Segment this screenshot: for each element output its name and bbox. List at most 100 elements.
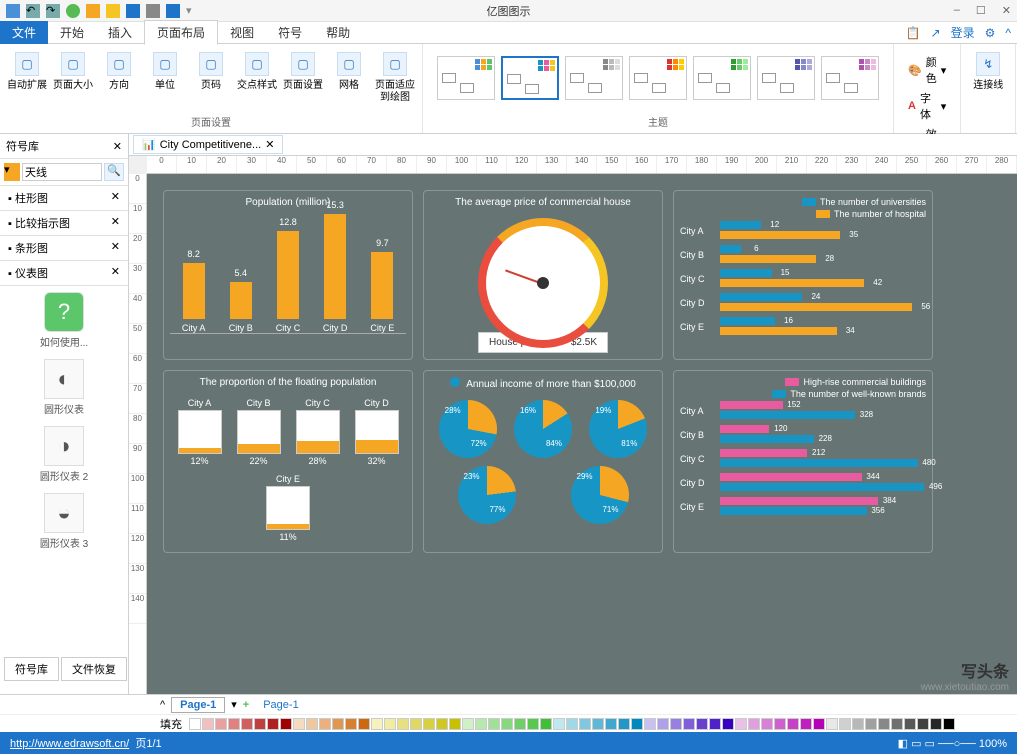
color-swatch[interactable] bbox=[293, 718, 305, 730]
color-swatch[interactable] bbox=[800, 718, 812, 730]
color-swatch[interactable] bbox=[904, 718, 916, 730]
color-swatch[interactable] bbox=[397, 718, 409, 730]
tab-page-layout[interactable]: 页面布局 bbox=[144, 20, 218, 45]
help-icon[interactable]: ? bbox=[44, 292, 84, 332]
color-swatch[interactable] bbox=[943, 718, 955, 730]
color-swatch[interactable] bbox=[462, 718, 474, 730]
category-1[interactable]: ▪ 比较指示图✕ bbox=[0, 211, 128, 236]
color-swatch[interactable] bbox=[475, 718, 487, 730]
page-nav-up-icon[interactable]: ^ bbox=[160, 699, 165, 711]
color-swatch[interactable] bbox=[683, 718, 695, 730]
color-swatch[interactable] bbox=[449, 718, 461, 730]
color-swatch[interactable] bbox=[761, 718, 773, 730]
color-swatch[interactable] bbox=[670, 718, 682, 730]
color-swatch[interactable] bbox=[332, 718, 344, 730]
page-size-button[interactable]: ▢页面大小 bbox=[52, 48, 94, 104]
settings-icon[interactable]: ⚙ bbox=[985, 26, 996, 40]
color-swatch[interactable] bbox=[787, 718, 799, 730]
color-swatch[interactable] bbox=[371, 718, 383, 730]
color-swatch[interactable] bbox=[891, 718, 903, 730]
tab-file[interactable]: 文件 bbox=[0, 21, 48, 44]
gauge-thumb-1[interactable]: ◐ bbox=[44, 359, 84, 399]
tab-view[interactable]: 视图 bbox=[218, 21, 266, 44]
color-swatch[interactable] bbox=[189, 718, 201, 730]
color-swatch[interactable] bbox=[644, 718, 656, 730]
search-input[interactable] bbox=[22, 163, 102, 181]
page-alt[interactable]: Page-1 bbox=[255, 698, 306, 712]
gauge-thumb-2[interactable]: ◑ bbox=[44, 426, 84, 466]
color-swatch[interactable] bbox=[813, 718, 825, 730]
category-3[interactable]: ▪ 仪表图✕ bbox=[0, 261, 128, 286]
collapse-ribbon-icon[interactable]: ^ bbox=[1005, 26, 1011, 40]
unit-button[interactable]: ▢单位 bbox=[144, 48, 186, 104]
panel-close-icon[interactable]: ✕ bbox=[113, 140, 122, 153]
theme-swatch-4[interactable] bbox=[693, 56, 751, 100]
color-swatch[interactable] bbox=[631, 718, 643, 730]
color-swatch[interactable] bbox=[228, 718, 240, 730]
clipboard-icon[interactable]: 📋 bbox=[906, 26, 921, 40]
gauge-thumb-3[interactable]: ◒ bbox=[44, 493, 84, 533]
qat-new-icon[interactable] bbox=[6, 4, 20, 18]
color-swatch[interactable] bbox=[826, 718, 838, 730]
color-swatch[interactable] bbox=[202, 718, 214, 730]
color-swatch[interactable] bbox=[774, 718, 786, 730]
fit-to-drawing-button[interactable]: ▢页面适应到绘图 bbox=[374, 48, 416, 104]
status-url[interactable]: http://www.edrawsoft.cn/ bbox=[10, 738, 129, 750]
share-icon[interactable]: ↗ bbox=[931, 26, 941, 40]
qat-redo-icon[interactable]: ↷ bbox=[46, 4, 60, 18]
drawing-canvas[interactable]: Population (million) 8.2City A5.4City B1… bbox=[147, 174, 1017, 694]
color-swatch[interactable] bbox=[319, 718, 331, 730]
color-swatch[interactable] bbox=[852, 718, 864, 730]
qat-export-icon[interactable] bbox=[166, 4, 180, 18]
color-swatch[interactable] bbox=[241, 718, 253, 730]
theme-swatch-3[interactable] bbox=[629, 56, 687, 100]
qat-refresh-icon[interactable] bbox=[66, 4, 80, 18]
color-swatch[interactable] bbox=[930, 718, 942, 730]
color-swatch[interactable] bbox=[709, 718, 721, 730]
qat-print-icon[interactable] bbox=[146, 4, 160, 18]
color-swatch[interactable] bbox=[436, 718, 448, 730]
color-swatch[interactable] bbox=[358, 718, 370, 730]
color-swatch[interactable] bbox=[527, 718, 539, 730]
tab-symbol[interactable]: 符号 bbox=[266, 21, 314, 44]
page-tab-1[interactable]: Page-1 bbox=[171, 697, 225, 713]
minimize-button[interactable]: ‒ bbox=[954, 4, 960, 17]
theme-swatch-5[interactable] bbox=[757, 56, 815, 100]
color-swatch[interactable] bbox=[345, 718, 357, 730]
color-swatch[interactable] bbox=[501, 718, 513, 730]
intersect-style-button[interactable]: ▢交点样式 bbox=[236, 48, 278, 104]
font-dropdown[interactable]: A字体▾ bbox=[908, 90, 946, 122]
theme-swatch-0[interactable] bbox=[437, 56, 495, 100]
direction-button[interactable]: ▢方向 bbox=[98, 48, 140, 104]
page-number-button[interactable]: ▢页码 bbox=[190, 48, 232, 104]
color-swatch[interactable] bbox=[605, 718, 617, 730]
color-swatch[interactable] bbox=[280, 718, 292, 730]
search-button[interactable]: 🔍 bbox=[104, 163, 124, 181]
tab-insert[interactable]: 插入 bbox=[96, 21, 144, 44]
qat-folder-icon[interactable] bbox=[106, 4, 120, 18]
color-dropdown[interactable]: 🎨颜色▾ bbox=[908, 54, 946, 86]
color-swatch[interactable] bbox=[618, 718, 630, 730]
color-swatch[interactable] bbox=[423, 718, 435, 730]
maximize-button[interactable]: ☐ bbox=[976, 4, 986, 17]
status-zoom[interactable]: ◧ ▭ ▭ ──○── 100% bbox=[898, 737, 1007, 750]
color-swatch[interactable] bbox=[579, 718, 591, 730]
document-tab[interactable]: 📊 City Competitivene... ✕ bbox=[133, 135, 283, 154]
qat-doc-icon[interactable] bbox=[86, 4, 100, 18]
color-swatch[interactable] bbox=[722, 718, 734, 730]
color-swatch[interactable] bbox=[878, 718, 890, 730]
color-swatch[interactable] bbox=[865, 718, 877, 730]
tab-help[interactable]: 帮助 bbox=[314, 21, 362, 44]
color-swatch[interactable] bbox=[917, 718, 929, 730]
color-swatch[interactable] bbox=[553, 718, 565, 730]
category-2[interactable]: ▪ 条形图✕ bbox=[0, 236, 128, 261]
qat-dropdown-icon[interactable]: ▾ bbox=[186, 4, 200, 18]
color-swatch[interactable] bbox=[735, 718, 747, 730]
color-swatch[interactable] bbox=[215, 718, 227, 730]
color-swatch[interactable] bbox=[696, 718, 708, 730]
color-swatch[interactable] bbox=[488, 718, 500, 730]
category-0[interactable]: ▪ 柱形图✕ bbox=[0, 186, 128, 211]
qat-undo-icon[interactable]: ↶ bbox=[26, 4, 40, 18]
page-add-button[interactable]: + bbox=[243, 699, 249, 711]
color-swatch[interactable] bbox=[540, 718, 552, 730]
